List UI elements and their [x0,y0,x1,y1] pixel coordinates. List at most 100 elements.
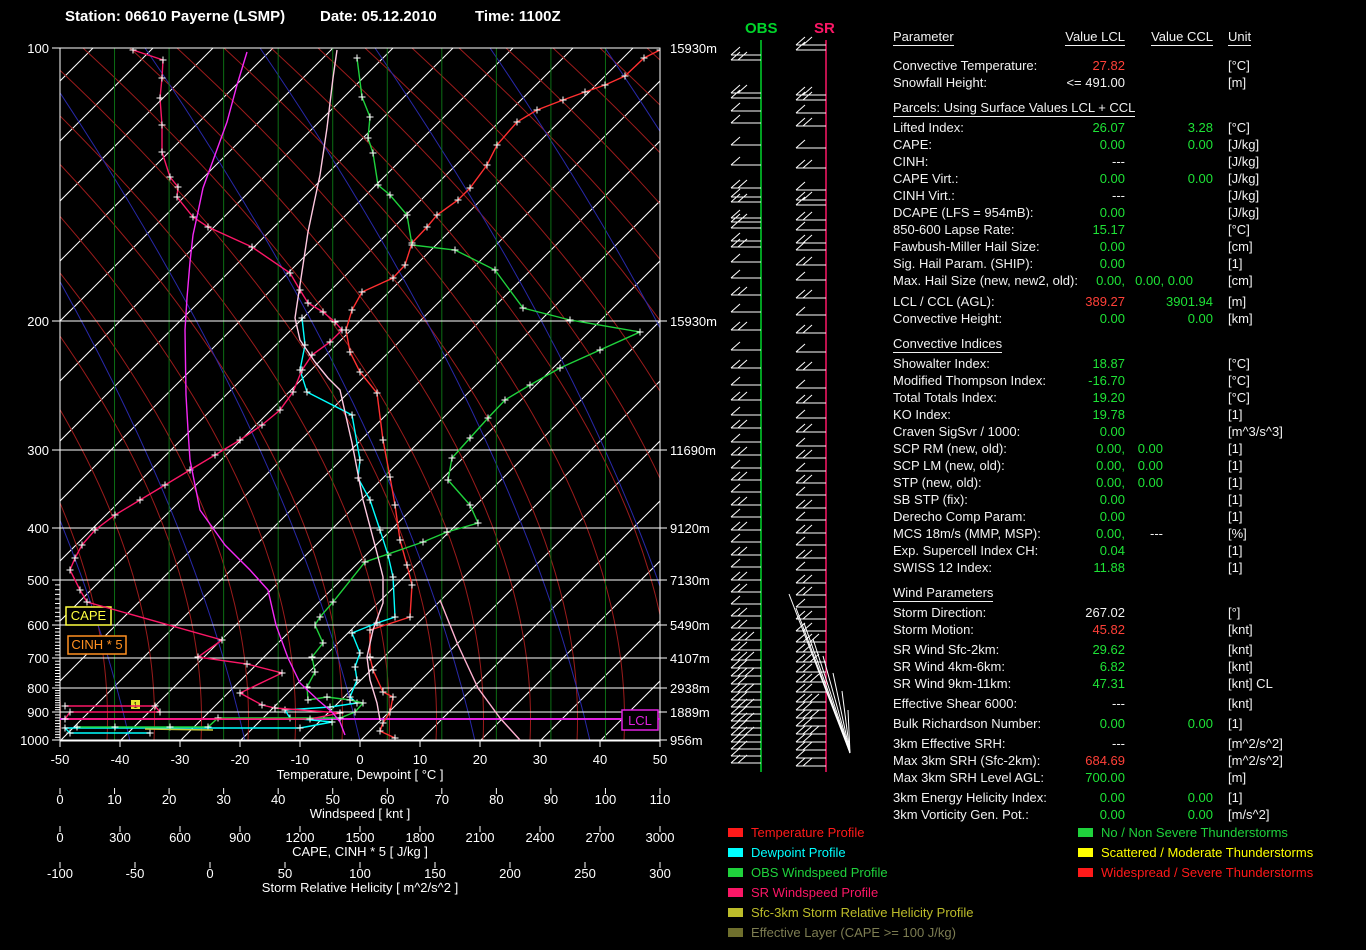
unit-label: [J/kg] [1213,204,1363,221]
svg-text:0: 0 [56,830,63,845]
svg-text:Windspeed [ knt ]: Windspeed [ knt ] [310,806,410,821]
sr-wind-column: SR [789,20,850,772]
value-lcl: <= 491.00 [1045,74,1125,91]
value-ccl: 0.00 [1125,440,1213,457]
table-row: SR Wind 4km-6km:6.82[knt] [893,658,1363,675]
unit-label: [m/s^2] [1213,806,1363,823]
value-lcl: 27.82 [1045,57,1125,74]
svg-text:60: 60 [380,792,394,807]
param-label: SB STP (fix): [893,491,1045,508]
unit-label: [°C] [1213,57,1363,74]
param-label: 3km Vorticity Gen. Pot.: [893,806,1045,823]
x-axes: -50-40-30-20-1001020304050Temperature, D… [47,741,674,895]
value-lcl: --- [1045,695,1125,712]
value-lcl: --- [1045,735,1125,752]
svg-text:100: 100 [595,792,617,807]
svg-text:SR: SR [814,20,835,37]
table-row: Snowfall Height:<= 491.00[m] [893,74,1363,91]
svg-text:40: 40 [593,752,607,767]
unit-label: [cm] [1213,272,1363,289]
svg-text:2100: 2100 [466,830,495,845]
table-row: Max. Hail Size (new, new2, old):0.00,0.0… [893,272,1363,289]
value-lcl: 19.20 [1045,389,1125,406]
svg-text:4107m: 4107m [670,651,710,666]
profile-legend-item: Effective Layer (CAPE >= 100 J/kg) [728,922,974,942]
value-ccl [1125,187,1213,204]
param-label: Lifted Index: [893,119,1045,136]
value-lcl: 0.00 [1045,789,1125,806]
param-label: Modified Thompson Index: [893,372,1045,389]
svg-text:50: 50 [653,752,667,767]
table-row: 3km Energy Helicity Index:0.000.00[1] [893,789,1363,806]
svg-text:400: 400 [27,521,49,536]
unit-label: [°C] [1213,221,1363,238]
svg-text:OBS: OBS [745,20,778,37]
table-section-header: Wind Parameters [893,584,1363,601]
table-row: Fawbush-Miller Hail Size:0.00[cm] [893,238,1363,255]
svg-text:500: 500 [27,573,49,588]
table-row: Bulk Richardson Number:0.000.00[1] [893,715,1363,732]
svg-text:80: 80 [489,792,503,807]
param-label: Snowfall Height: [893,74,1045,91]
sounding-app: Station: 06610 Payerne (LSMP) Date: 05.1… [0,0,1366,950]
unit-label: [1] [1213,491,1363,508]
table-row: CAPE Virt.:0.000.00[J/kg] [893,170,1363,187]
param-label: Storm Motion: [893,621,1045,638]
value-lcl: 0.00, [1045,474,1125,491]
lcl-label-box: LCL [622,710,658,730]
legend-swatch [728,888,743,897]
obs_windspeed-profile [74,55,644,731]
storm-legend-item: Scattered / Moderate Thunderstorms [1078,842,1313,862]
svg-text:LCL: LCL [628,713,652,728]
legend-label: Scattered / Moderate Thunderstorms [1101,845,1313,860]
unit-label: [m] [1213,293,1363,310]
table-row: Effective Shear 6000:---[knt] [893,695,1363,712]
param-label: DCAPE (LFS = 954mB): [893,204,1045,221]
svg-text:300: 300 [649,866,671,881]
param-label: SCP LM (new, old): [893,457,1045,474]
value-ccl [1125,752,1213,769]
param-label: MCS 18m/s (MMP, MSP): [893,525,1045,542]
svg-text:CAPE: CAPE [71,608,107,623]
param-label: Derecho Comp Param: [893,508,1045,525]
table-row: Storm Motion:45.82[knt] [893,621,1363,638]
param-label: 3km Energy Helicity Index: [893,789,1045,806]
param-label: SR Wind Sfc-2km: [893,641,1045,658]
svg-text:-100: -100 [47,866,73,881]
svg-text:2938m: 2938m [670,681,710,696]
value-lcl: 0.00 [1045,170,1125,187]
unit-label: [1] [1213,406,1363,423]
profile-legend-item: Sfc-3km Storm Relative Helicity Profile [728,902,974,922]
param-label: Convective Temperature: [893,57,1045,74]
svg-text:0: 0 [356,752,363,767]
table-body: Convective Temperature:27.82[°C]Snowfall… [893,57,1363,823]
value-lcl: 0.00, [1045,457,1125,474]
svg-text:90: 90 [544,792,558,807]
value-lcl: 47.31 [1045,675,1125,692]
value-ccl [1125,675,1213,692]
table-row: Exp. Supercell Index CH:0.04[1] [893,542,1363,559]
profile-legend-item: OBS Windspeed Profile [728,862,974,882]
value-lcl: 0.04 [1045,542,1125,559]
value-lcl: 700.00 [1045,769,1125,786]
param-label: CINH: [893,153,1045,170]
value-ccl [1125,204,1213,221]
svg-text:Temperature, Dewpoint [ °C ]: Temperature, Dewpoint [ °C ] [276,767,443,782]
table-row: 850-600 Lapse Rate:15.17[°C] [893,221,1363,238]
value-ccl [1125,355,1213,372]
svg-text:200: 200 [499,866,521,881]
unit-label: [knt] [1213,621,1363,638]
unit-label: [J/kg] [1213,153,1363,170]
svg-text:20: 20 [162,792,176,807]
svg-text:200: 200 [27,314,49,329]
param-label: KO Index: [893,406,1045,423]
value-ccl: 3901.94 [1125,293,1213,310]
unit-label: [knt] [1213,641,1363,658]
section-title: Convective Indices [893,336,1002,353]
svg-text:100: 100 [27,41,49,56]
skewt-chart: 10020015930m30011690m4009120m5007130m600… [0,0,880,950]
value-lcl: 0.00 [1045,136,1125,153]
col-value-lcl: Value LCL [1045,28,1125,45]
value-lcl: 6.82 [1045,658,1125,675]
value-ccl [1125,604,1213,621]
